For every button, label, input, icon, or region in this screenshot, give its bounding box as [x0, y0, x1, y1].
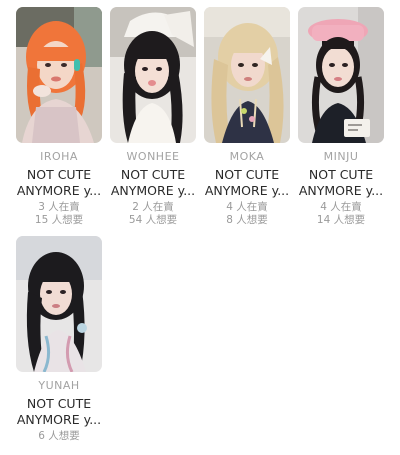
photocard-image[interactable] [298, 7, 384, 143]
item-title-line1: NOT CUTE [120, 167, 186, 182]
photocard-iroha-image [16, 7, 102, 143]
sellers-count: 4 人在賣 [320, 201, 362, 213]
sellers-count: 2 人在賣 [132, 201, 174, 213]
photocard-item[interactable]: IROHA NOT CUTE ANYMORE y... 3 人在賣 15 人想要 [12, 7, 106, 226]
photocard-minju-image [298, 7, 384, 143]
member-name: YUNAH [38, 379, 80, 392]
photocard-image[interactable] [204, 7, 290, 143]
wanted-count: 15 人想要 [34, 213, 84, 226]
photocard-grid: IROHA NOT CUTE ANYMORE y... 3 人在賣 15 人想要 [0, 0, 400, 455]
wanted-count: 8 人想要 [226, 213, 268, 226]
sellers-count: 4 人在賣 [226, 201, 268, 213]
photocard-wonhee-image [110, 7, 196, 143]
member-name: MOKA [229, 150, 265, 163]
item-title-line2: ANYMORE y... [204, 183, 290, 198]
member-name: MINJU [323, 150, 359, 163]
photocard-image[interactable] [110, 7, 196, 143]
item-title-line1: NOT CUTE [26, 396, 92, 411]
item-title-line2: ANYMORE y... [16, 183, 102, 198]
item-title-line1: NOT CUTE [214, 167, 280, 182]
photocard-item[interactable]: MINJU NOT CUTE ANYMORE y... 4 人在賣 14 人想要 [294, 7, 388, 226]
wanted-count: 6 人想要 [38, 430, 80, 442]
member-name: IROHA [40, 150, 78, 163]
photocard-image[interactable] [16, 236, 102, 372]
photocard-image[interactable] [16, 7, 102, 143]
wanted-count: 54 人想要 [128, 213, 178, 226]
photocard-item[interactable]: MOKA NOT CUTE ANYMORE y... 4 人在賣 8 人想要 [200, 7, 294, 226]
item-title-line2: ANYMORE y... [110, 183, 196, 198]
wanted-count: 14 人想要 [316, 213, 366, 226]
item-title-line1: NOT CUTE [308, 167, 374, 182]
item-title-line2: ANYMORE y... [16, 412, 102, 427]
photocard-item[interactable]: YUNAH NOT CUTE ANYMORE y... 6 人想要 [12, 236, 106, 443]
photocard-item[interactable]: WONHEE NOT CUTE ANYMORE y... 2 人在賣 54 人想… [106, 7, 200, 226]
member-name: WONHEE [126, 150, 180, 163]
sellers-count: 3 人在賣 [38, 201, 80, 213]
photocard-yunah-image [16, 236, 102, 372]
item-title-line2: ANYMORE y... [298, 183, 384, 198]
item-title-line1: NOT CUTE [26, 167, 92, 182]
photocard-moka-image [204, 7, 290, 143]
